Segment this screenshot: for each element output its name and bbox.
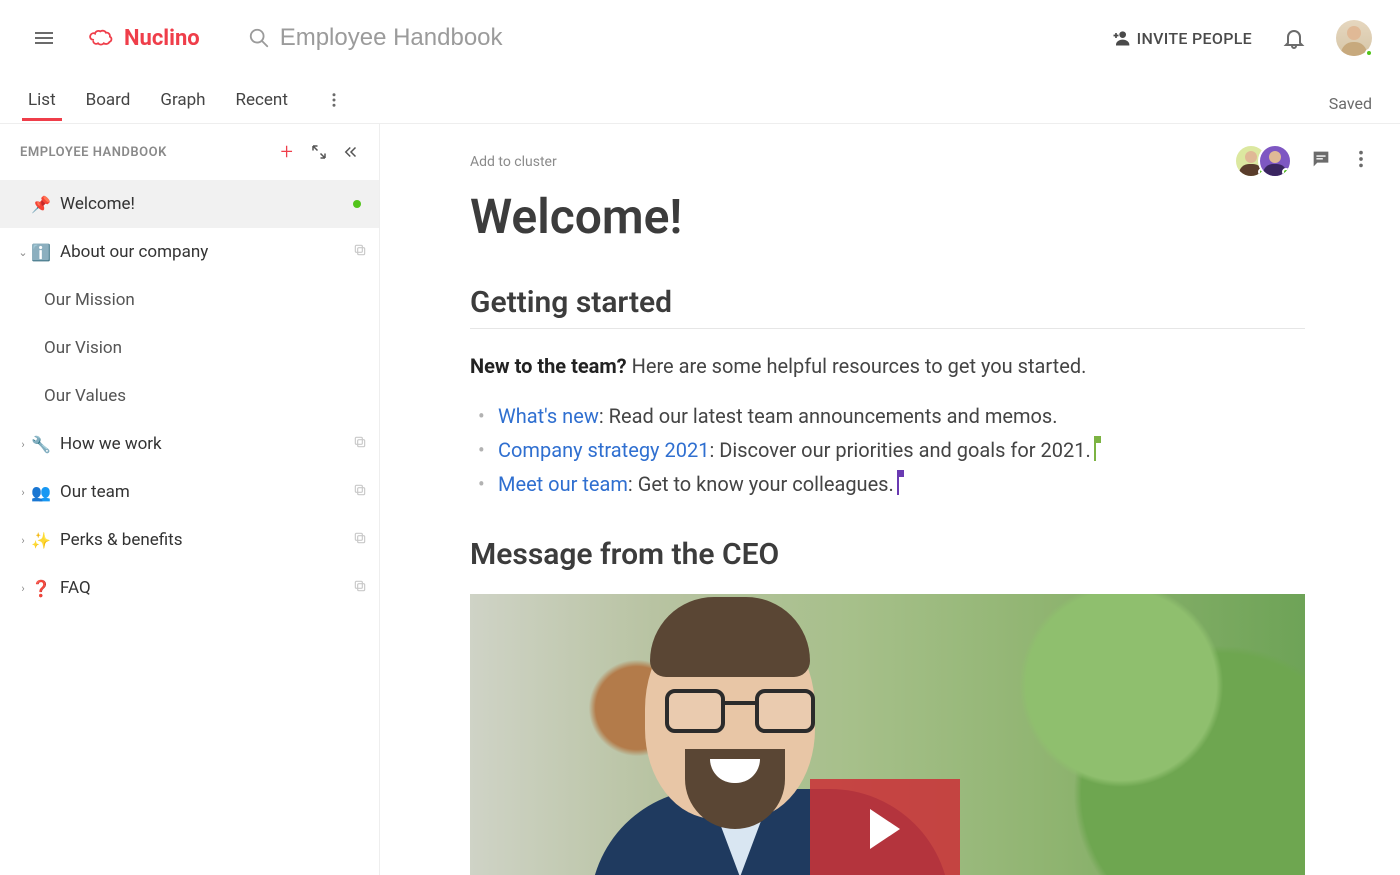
more-vertical-icon [1350,148,1372,170]
comments-button[interactable] [1310,148,1332,174]
collab-cursor-green [1094,439,1096,461]
more-vertical-icon [325,91,343,109]
sidebar-item-label: Our Vision [44,338,367,358]
sidebar-item-perks[interactable]: ✨ Perks & benefits [0,516,379,564]
resource-list: What's new: Read our latest team announc… [470,399,1305,501]
list-item: What's new: Read our latest team announc… [470,399,1305,433]
expand-button[interactable] [303,136,335,168]
document-area: Add to cluster Welcome! Getting started … [380,124,1400,875]
expand-icon [310,143,328,161]
sidebar-item-label: Our Values [44,386,367,406]
sidebar-item-label: Our team [60,482,353,502]
sidebar: EMPLOYEE HANDBOOK + 📌 Welcome! ℹ️ About … [0,124,380,875]
collab-cursor-purple [897,473,899,495]
search-input[interactable] [280,24,680,52]
search[interactable] [248,24,680,52]
link-whats-new[interactable]: What's new [498,404,599,428]
add-to-cluster-button[interactable]: Add to cluster [470,154,1305,170]
collapse-sidebar-button[interactable] [335,136,367,168]
collaborator-avatar[interactable] [1258,144,1292,178]
heading-ceo-message: Message from the CEO [470,537,1305,580]
person-add-icon [1111,28,1131,48]
logo-text: Nuclino [124,26,200,51]
view-tabs: List Board Graph Recent Saved [0,76,1400,124]
current-user-avatar[interactable] [1336,20,1372,56]
intro-paragraph: New to the team? Here are some helpful r… [470,351,1305,381]
link-meet-team[interactable]: Meet our team [498,472,628,496]
sidebar-item-label: Welcome! [60,194,353,214]
link-company-strategy[interactable]: Company strategy 2021 [498,438,709,462]
tab-recent[interactable]: Recent [236,80,288,120]
copy-icon[interactable] [353,435,367,453]
sidebar-item-how-we-work[interactable]: 🔧 How we work [0,420,379,468]
play-button[interactable] [810,779,960,875]
wrench-icon: 🔧 [30,435,52,454]
document-more-button[interactable] [1350,148,1372,174]
info-icon: ℹ️ [30,243,52,262]
pin-icon: 📌 [30,195,52,214]
sparkle-icon: ✨ [30,531,52,550]
save-status: Saved [1329,94,1372,113]
tab-graph[interactable]: Graph [160,80,205,120]
sidebar-item-label: Perks & benefits [60,530,353,550]
page-title: Welcome! [470,188,1305,245]
topbar: Nuclino INVITE PEOPLE [0,0,1400,76]
ceo-video[interactable] [470,594,1305,875]
tab-list[interactable]: List [28,80,56,120]
people-icon: 👥 [30,483,52,502]
sidebar-item-values[interactable]: Our Values [0,372,379,420]
sidebar-item-label: Our Mission [44,290,367,310]
copy-icon[interactable] [353,483,367,501]
intro-rest: Here are some helpful resources to get y… [627,354,1087,378]
hamburger-icon [32,26,56,50]
intro-bold: New to the team? [470,354,627,378]
list-item: Company strategy 2021: Discover our prio… [470,433,1305,467]
sidebar-item-label: About our company [60,242,353,262]
sidebar-item-mission[interactable]: Our Mission [0,276,379,324]
tabs-more-button[interactable] [318,84,350,116]
brain-icon [88,24,116,52]
play-icon [870,809,900,849]
document-toolbar [1234,144,1372,178]
menu-toggle-button[interactable] [28,22,60,54]
invite-people-button[interactable]: INVITE PEOPLE [1111,28,1252,48]
invite-label: INVITE PEOPLE [1137,29,1252,48]
chat-icon [1310,148,1332,170]
sidebar-item-vision[interactable]: Our Vision [0,324,379,372]
activity-dot [353,200,361,208]
page-tree: 📌 Welcome! ℹ️ About our company Our Miss… [0,180,379,612]
copy-icon[interactable] [353,531,367,549]
add-page-button[interactable]: + [271,136,303,168]
document[interactable]: Add to cluster Welcome! Getting started … [470,124,1305,875]
heading-getting-started: Getting started [470,285,1305,329]
sidebar-item-about[interactable]: ℹ️ About our company [0,228,379,276]
sidebar-item-our-team[interactable]: 👥 Our team [0,468,379,516]
notifications-button[interactable] [1278,22,1310,54]
search-icon [248,27,270,49]
copy-icon[interactable] [353,579,367,597]
sidebar-item-label: How we work [60,434,353,454]
chevrons-left-icon [342,143,360,161]
sidebar-item-label: FAQ [60,578,353,598]
bell-icon [1282,26,1306,50]
question-icon: ❓ [30,579,52,598]
list-item: Meet our team: Get to know your colleagu… [470,467,1305,501]
logo[interactable]: Nuclino [88,24,200,52]
sidebar-item-welcome[interactable]: 📌 Welcome! [0,180,379,228]
sidebar-item-faq[interactable]: ❓ FAQ [0,564,379,612]
sidebar-title: EMPLOYEE HANDBOOK [20,145,271,160]
sidebar-header: EMPLOYEE HANDBOOK + [0,124,379,180]
collaborator-avatars[interactable] [1234,144,1292,178]
tab-board[interactable]: Board [86,80,131,120]
copy-icon[interactable] [353,243,367,261]
presence-indicator [1365,49,1373,57]
